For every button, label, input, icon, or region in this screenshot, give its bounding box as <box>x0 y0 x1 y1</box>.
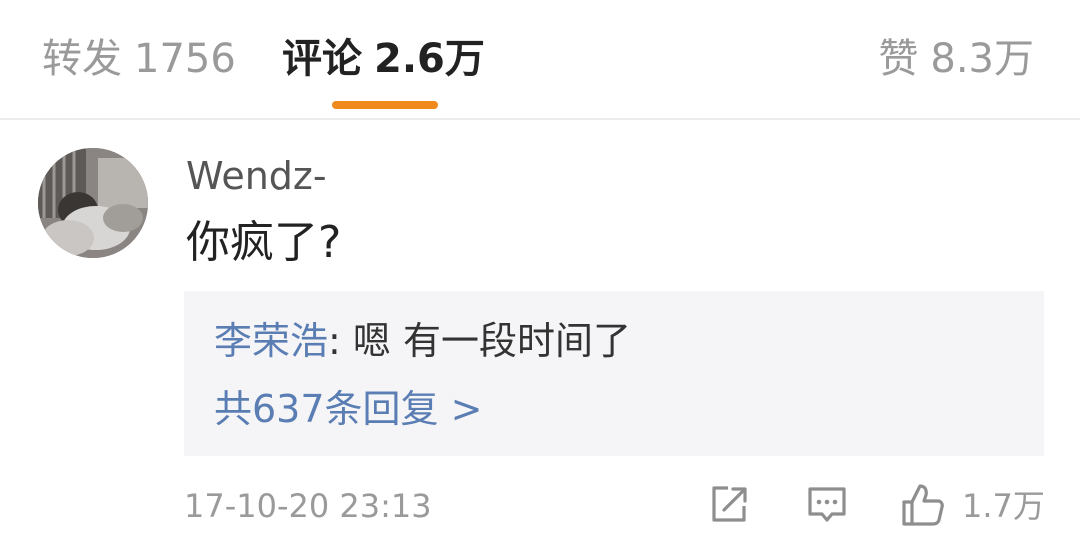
thumbs-up-icon <box>902 484 944 526</box>
tab-comments-label: 评论 <box>282 36 362 82</box>
comment-timestamp: 17-10-20 23:13 <box>184 487 432 525</box>
comment-page: 转发 1756 评论 2.6万 赞 8.3万 Wendz- 你疯了? 李荣浩: … <box>0 0 1080 540</box>
tab-repost[interactable]: 转发 1756 <box>42 32 236 86</box>
share-edit-icon <box>712 486 747 522</box>
share-edit-button[interactable] <box>708 482 750 530</box>
tab-repost-count: 1756 <box>134 36 236 82</box>
avatar-photo <box>38 148 148 258</box>
tab-comments[interactable]: 评论 2.6万 <box>282 32 485 86</box>
reply-preview-line: 李荣浩: 嗯 有一段时间了 <box>214 315 631 367</box>
view-all-replies-link[interactable]: 共637条回复 > <box>214 383 482 435</box>
reply-text: 嗯 有一段时间了 <box>352 319 631 363</box>
tab-likes-label: 赞 <box>878 36 919 82</box>
comment-text: 你疯了? <box>186 217 342 268</box>
like-button[interactable] <box>900 482 946 530</box>
tab-likes-count: 8.3万 <box>930 36 1034 82</box>
active-tab-indicator <box>332 101 438 109</box>
tab-likes[interactable]: 赞 8.3万 <box>878 32 1034 86</box>
tab-bar: 转发 1756 评论 2.6万 赞 8.3万 <box>0 0 1080 120</box>
avatar[interactable] <box>38 148 148 258</box>
reply-preview-box[interactable]: 李荣浩: 嗯 有一段时间了 共637条回复 > <box>184 291 1044 456</box>
tab-repost-label: 转发 <box>42 36 122 82</box>
comment-author[interactable]: Wendz- <box>186 150 327 202</box>
tab-comments-count: 2.6万 <box>374 36 485 82</box>
reply-user[interactable]: 李荣浩 <box>214 319 328 363</box>
reply-separator: : <box>328 319 353 363</box>
comment-bubble-icon <box>808 487 846 522</box>
like-count: 1.7万 <box>962 487 1045 525</box>
reply-button[interactable] <box>806 482 848 530</box>
